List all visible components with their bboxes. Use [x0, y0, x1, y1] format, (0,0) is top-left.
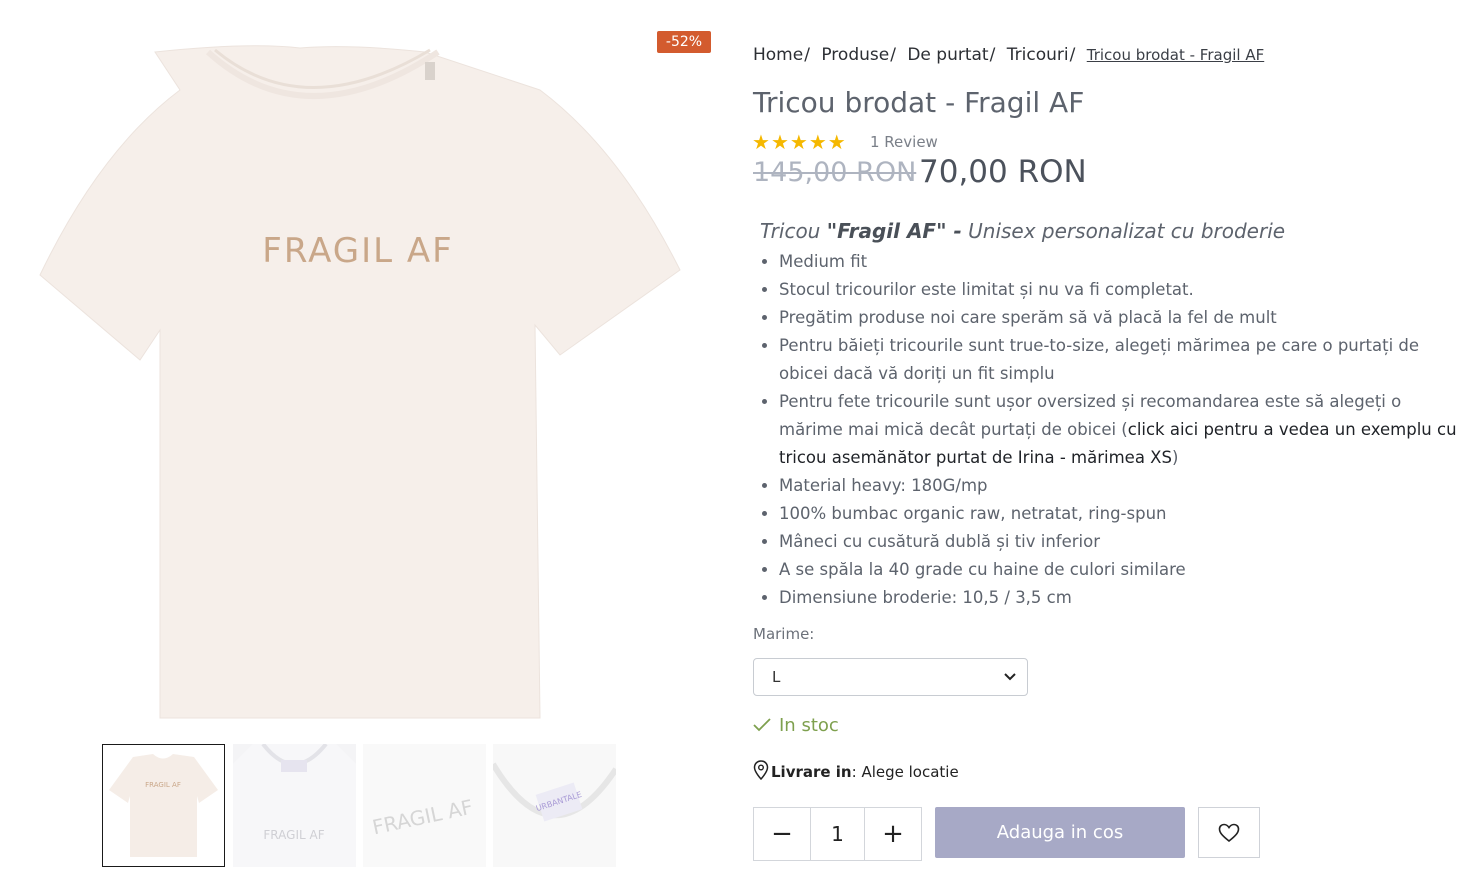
product-title: Tricou brodat - Fragil AF — [753, 86, 1085, 119]
quantity-increase-button[interactable]: + — [864, 808, 921, 860]
breadcrumb-separator: / — [890, 45, 896, 65]
delivery-location[interactable]: Livrare in: Alege locatie — [753, 760, 959, 781]
thumbnail-strip: FRAGIL AF FRAGIL AF FRAGIL AF URBANTALE — [102, 744, 622, 869]
quantity-decrease-button[interactable]: − — [754, 808, 811, 860]
breadcrumb-separator: / — [804, 45, 810, 65]
size-label: Marime: — [753, 625, 815, 643]
breadcrumb: Home/ Produse/ De purtat/ Tricouri/ Tric… — [753, 45, 1264, 65]
price-old: 145,00 RON — [753, 157, 917, 188]
thumbnail-3[interactable]: FRAGIL AF — [363, 744, 486, 867]
discount-badge: -52% — [657, 31, 711, 53]
feature-item: Medium fit — [779, 248, 1468, 276]
thumbnail-4[interactable]: URBANTALE — [493, 744, 616, 867]
delivery-value: Alege locatie — [856, 763, 959, 781]
star-icon: ★ — [752, 130, 770, 154]
breadcrumb-separator: / — [989, 45, 996, 65]
size-select[interactable]: L — [753, 658, 1028, 696]
feature-item: Pregătim produse noi care sperăm să vă p… — [779, 304, 1468, 332]
feature-item: Material heavy: 180G/mp — [779, 472, 1468, 500]
quantity-value[interactable]: 1 — [810, 808, 865, 860]
check-icon — [753, 718, 771, 732]
feature-item: Stocul tricourilor este limitat și nu va… — [779, 276, 1468, 304]
review-count[interactable]: 1 Review — [870, 131, 938, 153]
feature-item: Mâneci cu cusătură dublă și tiv inferior — [779, 528, 1468, 556]
breadcrumb-tricouri[interactable]: Tricouri — [1007, 45, 1069, 65]
description-heading: Tricou "Fragil AF" - Unisex personalizat… — [760, 219, 1285, 243]
star-icon: ★ — [789, 130, 808, 154]
breadcrumb-de-purtat[interactable]: De purtat — [907, 45, 988, 65]
feature-item: Pentru băieți tricourile sunt true-to-si… — [779, 332, 1468, 388]
feature-item: 100% bumbac organic raw, netratat, ring-… — [779, 500, 1468, 528]
breadcrumb-current[interactable]: Tricou brodat - Fragil AF — [1087, 46, 1264, 64]
breadcrumb-home[interactable]: Home — [753, 45, 803, 65]
stock-status: In stoc — [753, 715, 839, 736]
thumbnail-1[interactable]: FRAGIL AF — [102, 744, 225, 867]
stock-label: In stoc — [779, 715, 839, 736]
quantity-stepper: − 1 + — [753, 807, 922, 861]
delivery-label: Livrare in — [771, 763, 852, 781]
wishlist-button[interactable] — [1198, 807, 1260, 858]
heart-icon — [1218, 823, 1240, 842]
rating-stars[interactable]: ★★★★★ — [752, 131, 847, 153]
price-current: 70,00 RON — [919, 154, 1087, 190]
description-heading-post: Unisex personalizat cu broderie — [961, 219, 1286, 243]
product-main-image[interactable]: FRAGIL AF — [20, 30, 710, 730]
description-heading-pre: Tricou — [760, 219, 827, 243]
add-to-cart-button[interactable]: Adauga in cos — [935, 807, 1185, 858]
thumbnail-1-print: FRAGIL AF — [145, 781, 181, 789]
chevron-down-icon — [1003, 668, 1017, 686]
feature-item-fete: Pentru fete tricourile sunt ușor oversiz… — [779, 388, 1468, 472]
size-selected-value: L — [772, 668, 781, 686]
thumbnail-2-print: FRAGIL AF — [263, 828, 324, 842]
feature-item: Dimensiune broderie: 10,5 / 3,5 cm — [779, 584, 1468, 612]
main-image-print: FRAGIL AF — [262, 231, 453, 271]
location-pin-icon — [753, 760, 769, 781]
breadcrumb-produse[interactable]: Produse — [821, 45, 889, 65]
feature-list: Medium fit Stocul tricourilor este limit… — [753, 248, 1468, 612]
feature-fete-close: ) — [1171, 448, 1179, 467]
star-icon: ★ — [770, 130, 789, 154]
star-icon: ★ — [827, 130, 846, 154]
thumbnail-2[interactable]: FRAGIL AF — [233, 744, 356, 867]
star-icon: ★ — [808, 130, 827, 154]
feature-item: A se spăla la 40 grade cu haine de culor… — [779, 556, 1468, 584]
breadcrumb-separator: / — [1069, 45, 1076, 65]
description-heading-bold: "Fragil AF" - — [826, 219, 962, 243]
